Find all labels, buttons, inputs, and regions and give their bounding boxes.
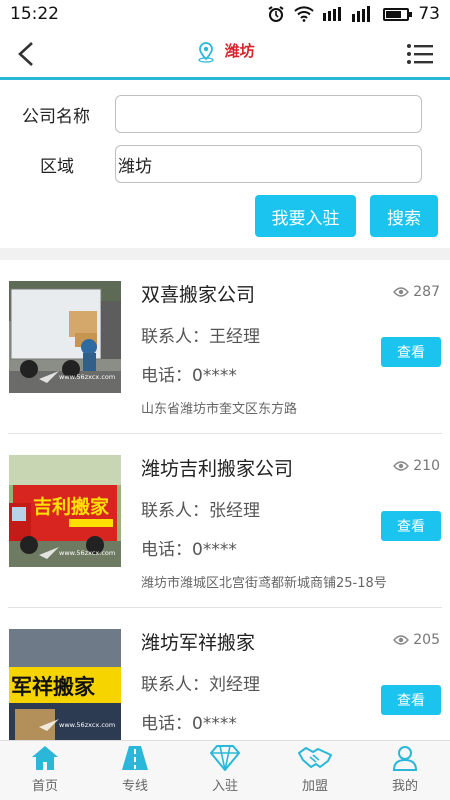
list-item[interactable]: 吉利搬家 www.56zxcx.com 潍坊吉利搬家公司 210 联系人：张经理…: [0, 434, 450, 608]
status-time: 15:22: [10, 4, 59, 24]
search-form: 公司名称 区域 潍坊 我要入驻 搜索: [0, 83, 450, 248]
phone-number: 电话：0****: [141, 366, 237, 386]
company-name-label: 公司名称: [22, 107, 90, 127]
home-icon: [32, 746, 58, 770]
contact-person: 联系人：王经理: [141, 327, 260, 347]
contact-person: 联系人：刘经理: [141, 675, 260, 695]
tab-franchise[interactable]: 加盟: [270, 741, 360, 800]
tab-home-label: 首页: [31, 779, 58, 794]
company-name: 潍坊吉利搬家公司: [141, 458, 294, 480]
road-icon: [122, 746, 148, 770]
list-item[interactable]: www.56zxcx.com 双喜搬家公司 287 联系人：王经理 电话：0**…: [0, 260, 450, 434]
alarm-icon: [268, 6, 284, 22]
battery-level: 73: [418, 4, 440, 24]
view-details-button[interactable]: 查看: [381, 511, 441, 541]
eye-icon: [393, 461, 410, 471]
join-button[interactable]: 我要入驻: [255, 195, 356, 237]
header: 潍坊: [0, 28, 450, 80]
eye-icon: [393, 287, 410, 297]
tab-join-label: 入驻: [211, 779, 238, 794]
tab-profile-label: 我的: [391, 779, 418, 794]
view-details-button[interactable]: 查看: [381, 337, 441, 367]
tab-join[interactable]: 入驻: [180, 741, 270, 800]
thumbnail-watermark: www.56zxcx.com: [59, 721, 115, 729]
view-details-button[interactable]: 查看: [381, 685, 441, 715]
tab-routes-label: 专线: [121, 779, 148, 794]
company-thumbnail: www.56zxcx.com: [9, 281, 121, 393]
tab-profile[interactable]: 我的: [360, 741, 450, 800]
wifi-icon: [294, 6, 315, 22]
phone-number: 电话：0****: [141, 540, 237, 560]
company-thumbnail: 吉利搬家 www.56zxcx.com: [9, 455, 121, 567]
signal-icon: [323, 7, 342, 21]
tab-home[interactable]: 首页: [0, 741, 90, 800]
tab-franchise-label: 加盟: [301, 779, 328, 794]
search-button[interactable]: 搜索: [370, 195, 438, 237]
page-title: 潍坊: [0, 40, 450, 63]
user-icon: [392, 746, 418, 771]
region-input[interactable]: 潍坊: [115, 145, 422, 183]
section-divider: [0, 248, 450, 260]
view-count-value: 205: [413, 632, 440, 648]
thumbnail-watermark: www.56zxcx.com: [59, 373, 115, 381]
company-list: www.56zxcx.com 双喜搬家公司 287 联系人：王经理 电话：0**…: [0, 260, 450, 740]
eye-icon: [393, 635, 410, 645]
company-name: 潍坊军祥搬家: [141, 632, 256, 654]
region-label: 区域: [40, 157, 74, 177]
contact-person: 联系人：张经理: [141, 501, 260, 521]
view-count: 210: [393, 458, 440, 474]
bottom-tab-bar: 首页 专线 入驻 加盟 我的: [0, 740, 450, 800]
status-bar: 15:22 73: [0, 0, 450, 28]
signal-4g-icon: [352, 6, 371, 22]
handshake-icon: [298, 747, 332, 768]
company-name-input[interactable]: [115, 95, 422, 133]
view-count-value: 210: [413, 458, 440, 474]
location-pin-icon: [198, 41, 214, 63]
thumbnail-text: 军祥搬家: [11, 675, 96, 699]
company-address: 潍坊市潍城区北宫街鸢都新城商铺25-18号: [141, 576, 387, 591]
list-item[interactable]: 军祥搬家 www.56zxcx.com 潍坊军祥搬家 205 联系人：刘经理 电…: [0, 608, 450, 740]
thumbnail-watermark: www.56zxcx.com: [59, 549, 115, 557]
list-menu-icon[interactable]: [406, 42, 434, 66]
status-icons: 73: [267, 4, 440, 24]
view-count: 205: [393, 632, 440, 648]
page-title-text: 潍坊: [224, 42, 255, 60]
diamond-icon: [210, 745, 240, 771]
thumbnail-text: 吉利搬家: [33, 495, 110, 518]
company-address: 山东省潍坊市奎文区东方路: [141, 402, 298, 417]
company-name: 双喜搬家公司: [141, 284, 256, 306]
tab-routes[interactable]: 专线: [90, 741, 180, 800]
view-count: 287: [393, 284, 440, 300]
view-count-value: 287: [413, 284, 440, 300]
phone-number: 电话：0****: [141, 714, 237, 734]
battery-icon: [383, 7, 413, 21]
company-thumbnail: 军祥搬家 www.56zxcx.com: [9, 629, 121, 740]
